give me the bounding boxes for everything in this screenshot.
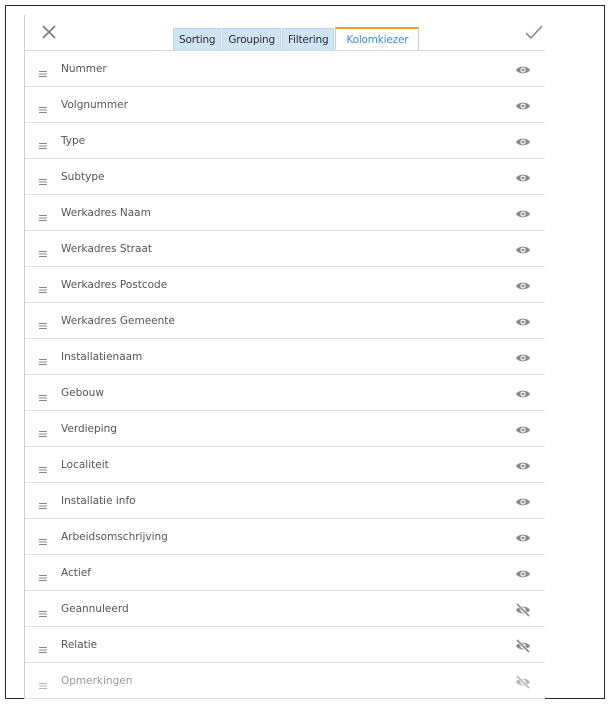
- drag-handle-icon[interactable]: [38, 388, 48, 401]
- eye-icon[interactable]: [515, 494, 531, 508]
- tab-sorting[interactable]: Sorting: [173, 28, 222, 50]
- eye-icon[interactable]: [515, 170, 531, 184]
- column-label: Geannuleerd: [61, 602, 129, 615]
- drag-handle-icon[interactable]: [38, 496, 48, 509]
- eye-icon[interactable]: [515, 62, 531, 76]
- list-item[interactable]: Werkadres Naam: [25, 195, 545, 231]
- eye-slash-icon[interactable]: [515, 674, 531, 690]
- eye-icon[interactable]: [515, 242, 531, 256]
- column-label: Type: [61, 134, 86, 147]
- list-item[interactable]: Arbeidsomschrijving: [25, 519, 545, 555]
- column-label: Relatie: [61, 638, 98, 651]
- list-item[interactable]: Actief: [25, 555, 545, 591]
- column-label: Subtype: [61, 170, 105, 183]
- drag-handle-icon[interactable]: [38, 100, 48, 113]
- eye-icon[interactable]: [515, 206, 531, 220]
- eye-slash-icon[interactable]: [515, 638, 531, 654]
- drag-handle-icon[interactable]: [38, 172, 48, 185]
- drag-handle-icon[interactable]: [38, 352, 48, 365]
- drag-handle-icon[interactable]: [38, 244, 48, 257]
- list-item[interactable]: Nummer: [25, 51, 545, 87]
- eye-icon[interactable]: [515, 278, 531, 292]
- drag-handle-icon[interactable]: [38, 568, 48, 581]
- list-item[interactable]: Subtype: [25, 159, 545, 195]
- column-label: Opmerkingen: [61, 674, 133, 687]
- column-label: Werkadres Naam: [61, 206, 151, 219]
- list-item[interactable]: Localiteit: [25, 447, 545, 483]
- column-label: Gebouw: [61, 386, 104, 399]
- list-item[interactable]: Werkadres Straat: [25, 231, 545, 267]
- column-label: Werkadres Gemeente: [61, 314, 175, 327]
- list-item[interactable]: Gebouw: [25, 375, 545, 411]
- column-label: Werkadres Postcode: [61, 278, 168, 291]
- drag-handle-icon[interactable]: [38, 280, 48, 293]
- eye-icon[interactable]: [515, 566, 531, 580]
- list-item[interactable]: Installatienaam: [25, 339, 545, 375]
- column-label: Installatienaam: [61, 350, 143, 363]
- drag-handle-icon[interactable]: [38, 136, 48, 149]
- list-item[interactable]: Werkadres Postcode: [25, 267, 545, 303]
- tab-kolomkiezer[interactable]: Kolomkiezer: [335, 27, 420, 50]
- column-label: Installatie info: [61, 494, 136, 507]
- eye-icon[interactable]: [515, 530, 531, 544]
- eye-icon[interactable]: [515, 314, 531, 328]
- eye-icon[interactable]: [515, 422, 531, 436]
- column-settings-panel: Sorting Grouping Filtering Kolomkiezer Numm…: [24, 15, 545, 699]
- drag-handle-icon[interactable]: [38, 460, 48, 473]
- column-label: Werkadres Straat: [61, 242, 152, 255]
- list-item[interactable]: Type: [25, 123, 545, 159]
- drag-handle-icon[interactable]: [38, 316, 48, 329]
- column-list: Nummer Volgnummer Type Subtype Werkadres Naa…: [25, 51, 545, 699]
- list-item[interactable]: Geannuleerd: [25, 591, 545, 627]
- tab-filtering[interactable]: Filtering: [281, 28, 335, 50]
- tab-bar: Sorting Grouping Filtering Kolomkiezer: [173, 27, 420, 50]
- column-label: Localiteit: [61, 458, 109, 471]
- close-icon[interactable]: [39, 22, 59, 42]
- tab-grouping[interactable]: Grouping: [222, 28, 281, 50]
- drag-handle-icon[interactable]: [38, 64, 48, 77]
- column-label: Arbeidsomschrijving: [61, 530, 168, 543]
- list-item[interactable]: Volgnummer: [25, 87, 545, 123]
- list-item[interactable]: Verdieping: [25, 411, 545, 447]
- drag-handle-icon[interactable]: [38, 532, 48, 545]
- eye-icon[interactable]: [515, 98, 531, 112]
- eye-icon[interactable]: [515, 458, 531, 472]
- drag-handle-icon[interactable]: [38, 424, 48, 437]
- eye-icon[interactable]: [515, 134, 531, 148]
- eye-icon[interactable]: [515, 386, 531, 400]
- drag-handle-icon[interactable]: [38, 604, 48, 617]
- list-item[interactable]: Opmerkingen: [25, 663, 545, 699]
- checkmark-icon[interactable]: [523, 22, 545, 42]
- list-item[interactable]: Relatie: [25, 627, 545, 663]
- list-item[interactable]: Werkadres Gemeente: [25, 303, 545, 339]
- column-label: Volgnummer: [61, 98, 128, 111]
- eye-icon[interactable]: [515, 350, 531, 364]
- drag-handle-icon[interactable]: [38, 676, 48, 689]
- column-label: Nummer: [61, 62, 107, 75]
- column-label: Verdieping: [61, 422, 117, 435]
- drag-handle-icon[interactable]: [38, 208, 48, 221]
- eye-slash-icon[interactable]: [515, 602, 531, 618]
- panel-header: Sorting Grouping Filtering Kolomkiezer: [25, 15, 545, 51]
- column-label: Actief: [61, 566, 91, 579]
- drag-handle-icon[interactable]: [38, 640, 48, 653]
- list-item[interactable]: Installatie info: [25, 483, 545, 519]
